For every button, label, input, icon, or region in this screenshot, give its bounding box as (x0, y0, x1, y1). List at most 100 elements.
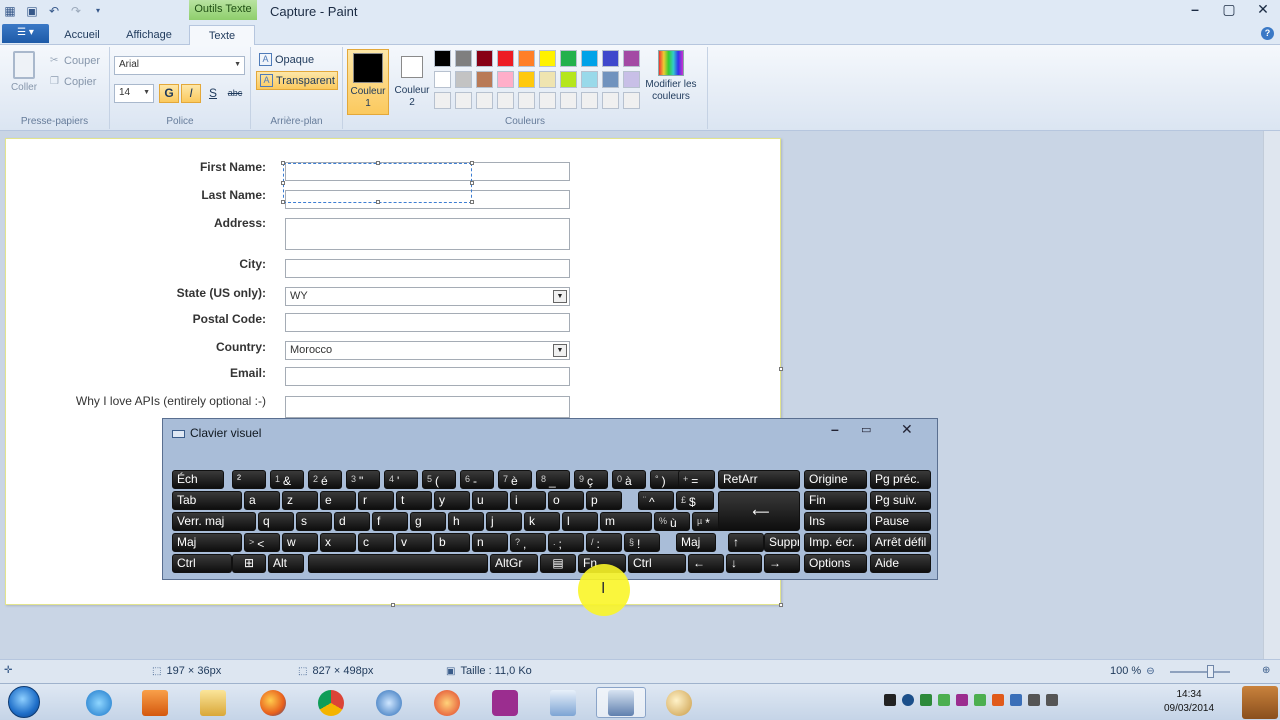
canvas-resize-handle[interactable] (391, 603, 395, 607)
color-swatch[interactable] (539, 71, 556, 88)
resize-handle[interactable] (376, 200, 380, 204)
color-swatch[interactable] (560, 71, 577, 88)
color-swatch[interactable] (476, 50, 493, 67)
taskbar-osk[interactable] (596, 687, 646, 718)
taskbar-app[interactable] (480, 687, 530, 718)
osk-key[interactable]: r (358, 491, 394, 510)
canvas-resize-handle[interactable] (779, 367, 783, 371)
minimize-button[interactable]: – (1178, 0, 1212, 20)
osk-key[interactable]: q (258, 512, 294, 531)
osk-key[interactable]: AltGr (490, 554, 538, 573)
color-swatch[interactable] (476, 71, 493, 88)
zoom-slider-thumb[interactable] (1207, 665, 1214, 678)
start-button[interactable] (8, 686, 40, 718)
color-swatch[interactable] (434, 92, 451, 109)
maximize-button[interactable]: ▢ (1212, 0, 1246, 20)
color-swatch[interactable] (602, 92, 619, 109)
tab-text[interactable]: Texte (189, 25, 255, 46)
paint-icon[interactable]: ▦ (2, 3, 18, 19)
resize-handle[interactable] (281, 161, 285, 165)
osk-key[interactable]: Ins (804, 512, 867, 531)
tray-icon[interactable] (938, 694, 950, 706)
customize-qat-icon[interactable]: ▾ (90, 3, 106, 19)
osk-key[interactable]: RetArr (718, 470, 800, 489)
taskbar-app[interactable] (538, 687, 588, 718)
italic-button[interactable]: I (181, 84, 201, 103)
osk-key[interactable]: o (548, 491, 584, 510)
zoom-in[interactable]: ⊕ (1262, 665, 1270, 676)
osk-key[interactable]: Origine (804, 470, 867, 489)
osk-key[interactable]: u (472, 491, 508, 510)
save-icon[interactable]: ▣ (24, 3, 40, 19)
osk-key[interactable]: §! (624, 533, 660, 552)
osk-key[interactable]: Aide (870, 554, 931, 573)
osk-key[interactable]: s (296, 512, 332, 531)
osk-key[interactable]: 5( (422, 470, 456, 489)
color-swatch[interactable] (623, 71, 640, 88)
taskbar-ie[interactable] (74, 687, 124, 718)
network-icon[interactable] (1028, 694, 1040, 706)
osk-key[interactable]: 0à (612, 470, 646, 489)
spacebar-key[interactable] (308, 554, 488, 573)
osk-key[interactable]: .; (548, 533, 584, 552)
osk-minimize-button[interactable]: – (831, 421, 839, 437)
context-menu-key[interactable]: ▤ (540, 554, 576, 573)
osk-key[interactable]: 9ç (574, 470, 608, 489)
osk-key[interactable]: % ù (654, 512, 690, 531)
osk-key[interactable]: w (282, 533, 318, 552)
osk-key[interactable]: Arrêt défil (870, 533, 931, 552)
osk-key[interactable]: v (396, 533, 432, 552)
color-swatch[interactable] (623, 50, 640, 67)
osk-key[interactable]: ← (688, 554, 724, 573)
color-swatch[interactable] (518, 71, 535, 88)
osk-key[interactable]: y (434, 491, 470, 510)
color1-button[interactable]: Couleur 1 (347, 49, 389, 115)
font-family-select[interactable]: Arial ▼ (114, 56, 245, 75)
color-swatch[interactable] (434, 50, 451, 67)
osk-key[interactable]: 7è (498, 470, 532, 489)
tray-icon[interactable] (902, 694, 914, 706)
resize-handle[interactable] (470, 161, 474, 165)
osk-key[interactable]: 3 " (346, 470, 380, 489)
windows-key[interactable]: ⊞ (232, 554, 266, 573)
color-swatch[interactable] (581, 92, 598, 109)
edit-colors-button[interactable]: Modifier les couleurs (640, 50, 702, 103)
strikethrough-button[interactable]: abc (225, 84, 245, 103)
osk-key[interactable]: ↑ (728, 533, 764, 552)
osk-key[interactable]: b (434, 533, 470, 552)
osk-key[interactable]: ?, (510, 533, 546, 552)
color-swatch[interactable] (455, 50, 472, 67)
color-swatch[interactable] (560, 92, 577, 109)
color-swatch[interactable] (476, 92, 493, 109)
osk-key[interactable]: e (320, 491, 356, 510)
osk-key[interactable]: Imp. écr. (804, 533, 867, 552)
color-swatch[interactable] (581, 71, 598, 88)
tray-icon[interactable] (920, 694, 932, 706)
resize-handle[interactable] (376, 161, 380, 165)
color-swatch[interactable] (455, 71, 472, 88)
osk-key[interactable]: Pg préc. (870, 470, 931, 489)
osk-key[interactable]: ¨ ^ (638, 491, 674, 510)
text-box-selection[interactable] (283, 163, 472, 203)
transparent-button[interactable]: A Transparent (256, 71, 338, 90)
osk-key[interactable]: Tab (172, 491, 242, 510)
color-swatch[interactable] (518, 50, 535, 67)
taskbar-media[interactable] (130, 687, 180, 718)
color-swatch[interactable] (539, 50, 556, 67)
underline-button[interactable]: S (203, 84, 223, 103)
osk-key[interactable]: Ctrl (172, 554, 232, 573)
color-swatch[interactable] (539, 92, 556, 109)
osk-key[interactable]: Éch (172, 470, 224, 489)
resize-handle[interactable] (470, 181, 474, 185)
osk-key[interactable]: g (410, 512, 446, 531)
resize-handle[interactable] (281, 181, 285, 185)
copy-button[interactable]: ❐ Copier (50, 76, 96, 88)
volume-icon[interactable] (1046, 694, 1058, 706)
color-swatch[interactable] (560, 50, 577, 67)
osk-key[interactable]: Maj (676, 533, 716, 552)
taskbar-paint[interactable] (654, 687, 704, 718)
tray-icon[interactable] (974, 694, 986, 706)
undo-icon[interactable]: ↶ (46, 3, 62, 19)
taskbar-app[interactable] (364, 687, 414, 718)
osk-key[interactable]: Fin (804, 491, 867, 510)
